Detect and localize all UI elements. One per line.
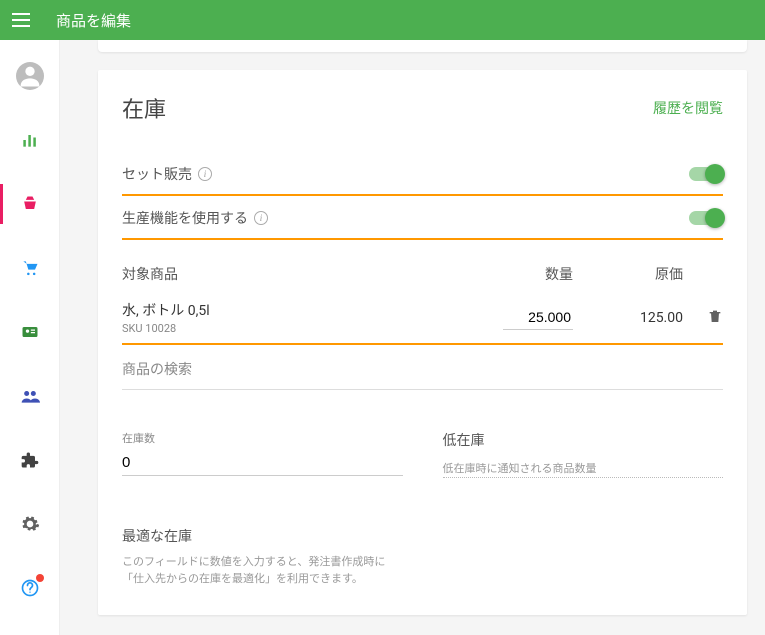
component-sku: SKU 10028 (122, 322, 483, 335)
chart-icon (20, 130, 40, 150)
sidebar-item-customers[interactable] (0, 312, 60, 352)
production-toggle-row: 生産機能を使用する i (122, 196, 723, 240)
sidebar (0, 40, 60, 635)
basket-icon (20, 194, 40, 214)
set-sale-switch[interactable] (689, 167, 723, 181)
set-sale-toggle-row: セット販売 i (122, 152, 723, 196)
view-history-link[interactable]: 履歴を閲覧 (653, 98, 723, 118)
info-icon[interactable]: i (198, 167, 212, 181)
low-stock-label: 低在庫 (443, 430, 724, 450)
col-cost: 原価 (593, 264, 683, 284)
optimal-stock-label: 最適な在庫 (122, 526, 403, 546)
component-row: 水, ボトル 0,5l SKU 10028 125.00 (122, 292, 723, 345)
content-area: 在庫 履歴を閲覧 セット販売 i 生産機能を使用する i 対象商品 数量 (60, 40, 765, 635)
people-icon (20, 386, 40, 406)
production-switch[interactable] (689, 211, 723, 225)
avatar-icon (16, 62, 44, 90)
stock-input[interactable] (122, 450, 403, 476)
stock-field: 在庫数 (122, 430, 403, 478)
sidebar-item-account[interactable] (0, 56, 60, 96)
gear-icon (20, 514, 40, 534)
page-title: 商品を編集 (56, 10, 131, 31)
sidebar-item-products[interactable] (0, 184, 60, 224)
component-name: 水, ボトル 0,5l (122, 300, 483, 320)
set-sale-label: セット販売 (122, 164, 192, 184)
sidebar-item-employees[interactable] (0, 376, 60, 416)
sidebar-item-integrations[interactable] (0, 440, 60, 480)
trash-icon[interactable] (707, 308, 723, 324)
col-qty: 数量 (483, 264, 593, 284)
stock-label: 在庫数 (122, 430, 403, 446)
col-name: 対象商品 (122, 264, 483, 284)
notification-dot-icon (36, 574, 44, 582)
component-cost: 125.00 (593, 310, 683, 326)
optimal-stock-field: 最適な在庫 このフィールドに数値を入力すると、発注書作成時に「仕入先からの在庫を… (122, 526, 403, 587)
menu-icon[interactable] (12, 8, 36, 32)
sidebar-item-settings[interactable] (0, 504, 60, 544)
components-table-header: 対象商品 数量 原価 (122, 240, 723, 292)
component-search[interactable]: 商品の検索 (122, 345, 723, 390)
sidebar-item-help[interactable] (0, 568, 60, 608)
id-card-icon (20, 322, 40, 342)
info-icon[interactable]: i (254, 211, 268, 225)
sidebar-item-inventory[interactable] (0, 248, 60, 288)
inventory-card: 在庫 履歴を閲覧 セット販売 i 生産機能を使用する i 対象商品 数量 (98, 70, 747, 615)
puzzle-icon (20, 450, 40, 470)
component-qty-input[interactable] (503, 305, 573, 330)
optimal-stock-helper: このフィールドに数値を入力すると、発注書作成時に「仕入先からの在庫を最適化」を利… (122, 554, 403, 587)
low-stock-field: 低在庫 低在庫時に通知される商品数量 (443, 430, 724, 478)
previous-card-edge (98, 40, 747, 52)
low-stock-helper: 低在庫時に通知される商品数量 (443, 458, 724, 478)
cart-icon (20, 258, 40, 278)
sidebar-item-analytics[interactable] (0, 120, 60, 160)
topbar: 商品を編集 (0, 0, 765, 40)
production-label: 生産機能を使用する (122, 208, 248, 228)
card-title: 在庫 (122, 92, 166, 124)
